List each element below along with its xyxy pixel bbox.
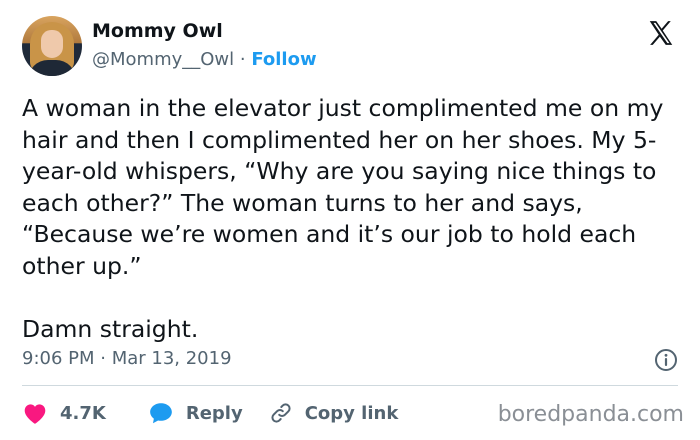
copy-link-button[interactable]: Copy link [269,401,399,425]
author-meta: @Mommy__Owl · Follow [92,49,317,70]
author-handle[interactable]: @Mommy__Owl [92,49,234,70]
like-button[interactable]: 4.7K [22,401,106,425]
like-count: 4.7K [60,402,106,424]
watermark: boredpanda.com [497,402,684,427]
meta-separator: · [234,49,252,70]
avatar[interactable] [22,16,82,76]
info-icon[interactable] [654,348,678,372]
x-logo-icon[interactable] [646,18,676,48]
avatar-face [41,30,63,58]
tweet-text: A woman in the elevator just complimente… [22,94,664,343]
author-name[interactable]: Mommy Owl [92,20,223,42]
speech-bubble-icon [150,403,172,424]
tweet-actions: 4.7K Reply Copy link [22,398,424,428]
link-icon [271,403,291,423]
tweet-header: Mommy Owl @Mommy__Owl · Follow [22,16,678,78]
heart-icon [24,404,46,424]
follow-button[interactable]: Follow [251,49,316,70]
reply-label: Reply [185,402,243,424]
divider [22,385,678,386]
copy-link-label: Copy link [304,402,399,424]
reply-button[interactable]: Reply [148,401,243,425]
tweet-timestamp[interactable]: 9:06 PM · Mar 13, 2019 [22,348,232,369]
